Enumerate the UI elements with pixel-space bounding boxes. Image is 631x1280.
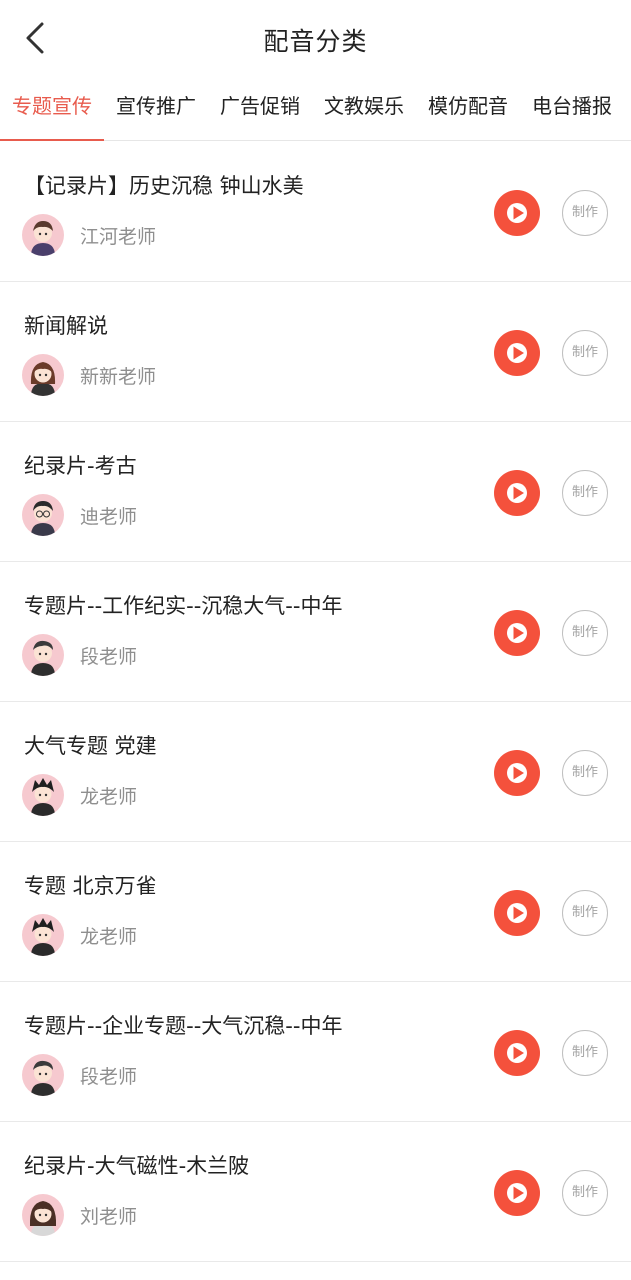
play-button[interactable] <box>494 1170 540 1216</box>
play-icon <box>507 1043 527 1063</box>
make-button[interactable]: 制作 <box>562 470 608 516</box>
tab-diantai[interactable]: 电台播报 <box>520 82 624 140</box>
item-title: 纪录片-大气磁性-木兰陂 <box>24 1154 250 1178</box>
list-item[interactable]: 专题 北京万雀 龙老师 制作 <box>0 842 631 982</box>
avatar-icon <box>31 501 55 536</box>
list-item[interactable]: 纪录片-大气磁性-木兰陂 刘老师 制作 <box>0 1122 631 1262</box>
teacher-name: 龙老师 <box>80 926 138 948</box>
play-icon <box>507 1183 527 1203</box>
avatar-icon <box>31 778 55 816</box>
list-item[interactable]: 专题片--工作纪实--沉稳大气--中年 段老师 制作 <box>0 562 631 702</box>
list-item[interactable]: 【记录片】历史沉稳 钟山水美 江河老师 制作 <box>0 142 631 282</box>
item-title: 专题片--企业专题--大气沉稳--中年 <box>24 1014 343 1038</box>
avatar-icon <box>31 640 55 676</box>
play-button[interactable] <box>494 330 540 376</box>
make-button[interactable]: 制作 <box>562 750 608 796</box>
play-button[interactable] <box>494 190 540 236</box>
list-item[interactable]: 纪录片-考古 迪老师 制作 <box>0 422 631 562</box>
list-item[interactable]: 大气专题 党建 龙老师 制作 <box>0 702 631 842</box>
avatar <box>22 1194 64 1236</box>
make-button[interactable]: 制作 <box>562 330 608 376</box>
avatar <box>22 774 64 816</box>
play-button[interactable] <box>494 1030 540 1076</box>
item-title: 纪录片-考古 <box>24 454 137 478</box>
play-icon <box>507 763 527 783</box>
play-icon <box>507 623 527 643</box>
play-button[interactable] <box>494 610 540 656</box>
avatar <box>22 914 64 956</box>
avatar <box>22 494 64 536</box>
category-tabs: 专题宣传 宣传推广 广告促销 文教娱乐 模仿配音 电台播报 <box>0 82 631 141</box>
teacher-name: 刘老师 <box>80 1206 138 1228</box>
tab-xuanchuan[interactable]: 宣传推广 <box>104 82 208 140</box>
teacher-name: 江河老师 <box>80 226 157 248</box>
avatar <box>22 354 64 396</box>
tab-zhuanti[interactable]: 专题宣传 <box>0 82 104 141</box>
page-title: 配音分类 <box>263 27 368 56</box>
play-button[interactable] <box>494 750 540 796</box>
list-item[interactable]: 专题片--企业专题--大气沉稳--中年 段老师 制作 <box>0 982 631 1122</box>
make-button[interactable]: 制作 <box>562 890 608 936</box>
tab-mofang[interactable]: 模仿配音 <box>416 82 520 140</box>
item-title: 大气专题 党建 <box>24 734 157 758</box>
top-bar: 配音分类 <box>0 0 631 76</box>
item-title: 新闻解说 <box>24 314 108 338</box>
make-button[interactable]: 制作 <box>562 1030 608 1076</box>
avatar-icon <box>31 918 55 956</box>
make-button[interactable]: 制作 <box>562 1170 608 1216</box>
item-title: 专题 北京万雀 <box>24 874 157 898</box>
play-button[interactable] <box>494 470 540 516</box>
play-icon <box>507 343 527 363</box>
make-button[interactable]: 制作 <box>562 610 608 656</box>
avatar-icon <box>31 1060 55 1096</box>
teacher-name: 龙老师 <box>80 786 138 808</box>
avatar <box>22 1054 64 1096</box>
avatar-icon <box>31 221 55 256</box>
avatar <box>22 634 64 676</box>
voice-list: 【记录片】历史沉稳 钟山水美 江河老师 制作 新闻解说 新新老师 制作 纪录片-… <box>0 142 631 1262</box>
item-title: 【记录片】历史沉稳 钟山水美 <box>24 174 304 198</box>
teacher-name: 迪老师 <box>80 506 138 528</box>
make-button[interactable]: 制作 <box>562 190 608 236</box>
play-icon <box>507 483 527 503</box>
play-icon <box>507 903 527 923</box>
list-item[interactable]: 新闻解说 新新老师 制作 <box>0 282 631 422</box>
teacher-name: 新新老师 <box>80 366 157 388</box>
avatar-icon <box>29 1201 57 1236</box>
teacher-name: 段老师 <box>80 1066 138 1088</box>
avatar <box>22 214 64 256</box>
play-icon <box>507 203 527 223</box>
avatar-icon <box>30 362 56 396</box>
tab-wenjiao[interactable]: 文教娱乐 <box>312 82 416 140</box>
item-title: 专题片--工作纪实--沉稳大气--中年 <box>24 594 343 618</box>
teacher-name: 段老师 <box>80 646 138 668</box>
play-button[interactable] <box>494 890 540 936</box>
tab-guanggao[interactable]: 广告促销 <box>208 82 312 140</box>
